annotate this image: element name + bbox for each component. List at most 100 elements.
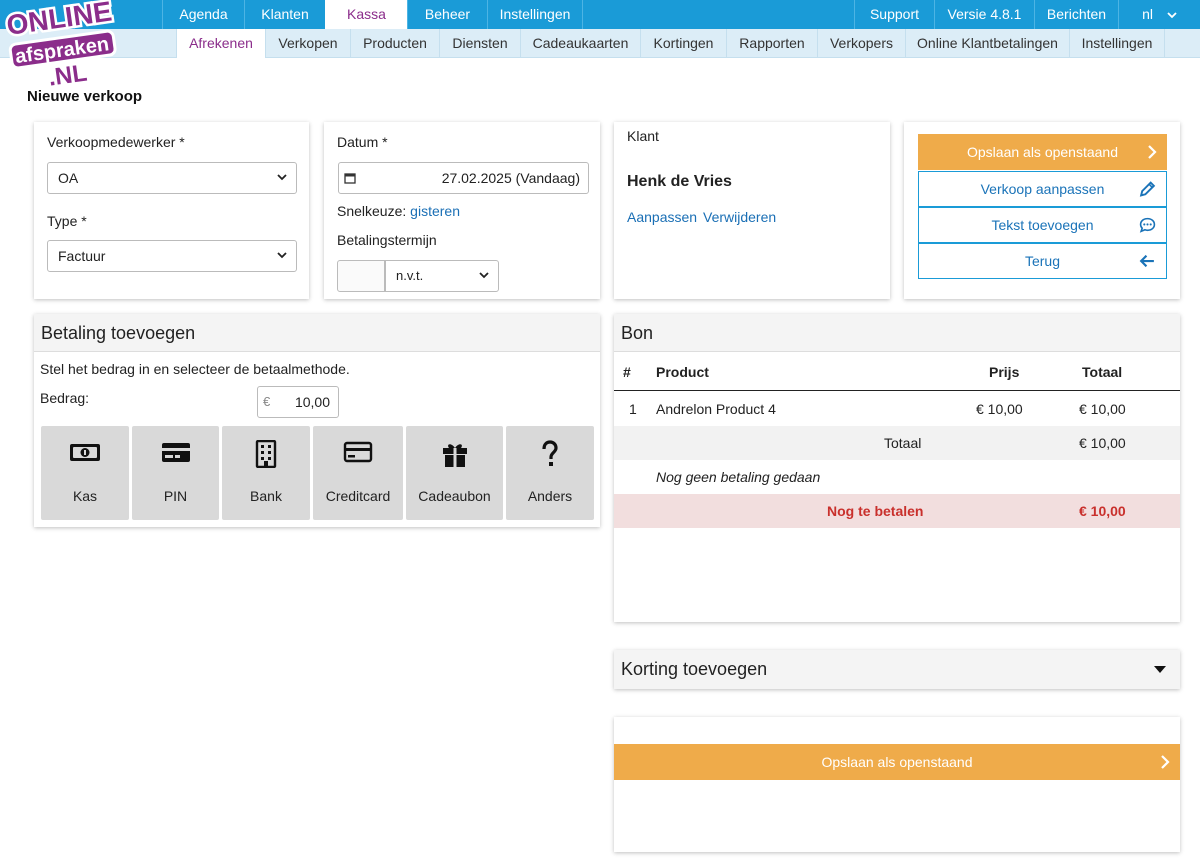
type-select[interactable]: Factuur (47, 240, 297, 272)
edit-sale-label: Verkoop aanpassen (980, 181, 1105, 197)
item-price: € 10,00 (976, 401, 1023, 417)
col-price: Prijs (989, 364, 1020, 380)
nav-klanten[interactable]: Klanten (244, 0, 325, 29)
nav-kassa[interactable]: Kassa (325, 0, 407, 29)
pay-cash-label: Kas (72, 488, 98, 504)
nav-version[interactable]: Versie 4.8.1 (934, 0, 1034, 29)
subnav-online-klantbetalingen[interactable]: Online Klantbetalingen (905, 29, 1069, 58)
subnav-producten[interactable]: Producten (350, 29, 439, 58)
pay-pin-label: PIN (163, 488, 188, 504)
edit-sale-button[interactable]: Verkoop aanpassen (918, 171, 1167, 207)
subnav-rapporten[interactable]: Rapporten (726, 29, 817, 58)
chevron-down-icon (1167, 12, 1177, 19)
add-text-label: Tekst toevoegen (991, 217, 1094, 233)
col-product: Product (656, 364, 709, 380)
customer-remove-link[interactable]: Verwijderen (703, 209, 776, 225)
language-label: nl (1142, 6, 1153, 22)
type-label: Type * (47, 213, 87, 229)
currency-symbol: € (263, 394, 271, 409)
add-text-button[interactable]: Tekst toevoegen (918, 207, 1167, 243)
receipt-title: Bon (614, 314, 1180, 352)
save-open-button[interactable]: Opslaan als openstaand (918, 134, 1167, 170)
employee-value: OA (58, 170, 79, 186)
calendar-icon (344, 173, 356, 184)
actions-card: Opslaan als openstaand Verkoop aanpassen… (904, 122, 1180, 299)
subnav-instellingen[interactable]: Instellingen (1069, 29, 1165, 58)
pencil-icon (1139, 181, 1156, 197)
comment-icon (1139, 217, 1156, 233)
pay-bank-label: Bank (250, 488, 282, 504)
date-label: Datum * (337, 134, 388, 150)
col-num: # (623, 364, 631, 380)
pay-creditcard-label: Creditcard (325, 488, 391, 504)
due-label: Nog te betalen (827, 503, 924, 519)
subnav-afrekenen[interactable]: Afrekenen (176, 29, 265, 58)
pay-other-button[interactable]: Anders (506, 426, 594, 520)
customer-card: Klant Henk de Vries Aanpassen Verwijdere… (614, 122, 890, 299)
bottom-save-card (614, 717, 1180, 852)
pay-giftcard-label: Cadeaubon (418, 488, 491, 504)
payment-term-select[interactable]: n.v.t. (385, 260, 499, 292)
save-open-label-bottom: Opslaan als openstaand (821, 754, 973, 770)
no-payment-text: Nog geen betaling gedaan (656, 469, 821, 485)
due-row: Nog te betalen € 10,00 (614, 494, 1180, 528)
pay-giftcard-button[interactable]: Cadeaubon (406, 426, 503, 520)
nav-berichten[interactable]: Berichten (1034, 0, 1118, 29)
payment-term-input[interactable] (337, 260, 385, 292)
yesterday-link[interactable]: gisteren (410, 203, 460, 219)
discount-title: Korting toevoegen (621, 659, 768, 679)
customer-edit-link[interactable]: Aanpassen (627, 209, 697, 225)
logo[interactable]: ONLINE afspraken .NL (2, 0, 119, 94)
payment-term-value: n.v.t. (396, 268, 424, 283)
cash-icon (70, 444, 100, 461)
pay-pin-button[interactable]: PIN (132, 426, 219, 520)
sub-nav: Afrekenen Verkopen Producten Diensten Ca… (0, 29, 1200, 58)
logo-text-3: .NL (47, 60, 89, 90)
building-icon (255, 440, 277, 468)
subnav-diensten[interactable]: Diensten (439, 29, 520, 58)
employee-card: Verkoopmedewerker * OA Type * Factuur (34, 122, 309, 299)
pay-bank-button[interactable]: Bank (222, 426, 310, 520)
back-button[interactable]: Terug (918, 243, 1167, 279)
pay-other-label: Anders (527, 488, 573, 504)
save-open-button-bottom[interactable]: Opslaan als openstaand (614, 744, 1180, 780)
save-open-label: Opslaan als openstaand (967, 144, 1118, 160)
item-total: € 10,00 (1079, 401, 1126, 417)
nav-agenda[interactable]: Agenda (162, 0, 244, 29)
page-title: Nieuwe verkoop (27, 88, 143, 105)
no-payment-row: Nog geen betaling gedaan (614, 460, 1180, 494)
back-label: Terug (1024, 253, 1061, 269)
subnav-kortingen[interactable]: Kortingen (640, 29, 726, 58)
date-card: Datum * 27.02.2025 (Vandaag) Snelkeuze: … (324, 122, 600, 299)
nav-language[interactable]: nl (1118, 0, 1200, 29)
nav-instellingen[interactable]: Instellingen (487, 0, 583, 29)
receipt-header-row: # Product Prijs Totaal (614, 353, 1180, 391)
customer-name: Henk de Vries (627, 173, 732, 190)
total-row: Totaal € 10,00 (614, 426, 1180, 460)
discount-toggle[interactable]: Korting toevoegen (614, 650, 1180, 689)
employee-select[interactable]: OA (47, 162, 297, 194)
subnav-verkopers[interactable]: Verkopers (817, 29, 905, 58)
date-input[interactable]: 27.02.2025 (Vandaag) (338, 162, 589, 194)
pay-cash-button[interactable]: Kas (41, 426, 129, 520)
subnav-cadeaukaarten[interactable]: Cadeaukaarten (520, 29, 640, 58)
type-value: Factuur (58, 248, 106, 264)
employee-label: Verkoopmedewerker * (47, 134, 185, 150)
chevron-right-icon (1161, 755, 1170, 769)
question-icon (542, 440, 558, 466)
nav-support[interactable]: Support (854, 0, 934, 29)
total-label: Totaal (884, 435, 922, 451)
table-row: 1 Andrelon Product 4 € 10,00 € 10,00 (614, 392, 1180, 426)
payment-instruction: Stel het bedrag in en selecteer de betaa… (40, 361, 350, 377)
chevron-down-icon (277, 252, 287, 259)
amount-input[interactable]: € 10,00 (257, 386, 339, 418)
caret-down-icon (1154, 666, 1166, 673)
payment-term-label: Betalingstermijn (337, 232, 437, 248)
subnav-verkopen[interactable]: Verkopen (265, 29, 350, 58)
chevron-down-icon (277, 174, 287, 181)
chevron-right-icon (1148, 145, 1157, 159)
top-nav: Agenda Klanten Kassa Beheer Instellingen… (0, 0, 1200, 29)
card-icon (161, 443, 190, 462)
nav-beheer[interactable]: Beheer (407, 0, 487, 29)
pay-creditcard-button[interactable]: Creditcard (313, 426, 403, 520)
